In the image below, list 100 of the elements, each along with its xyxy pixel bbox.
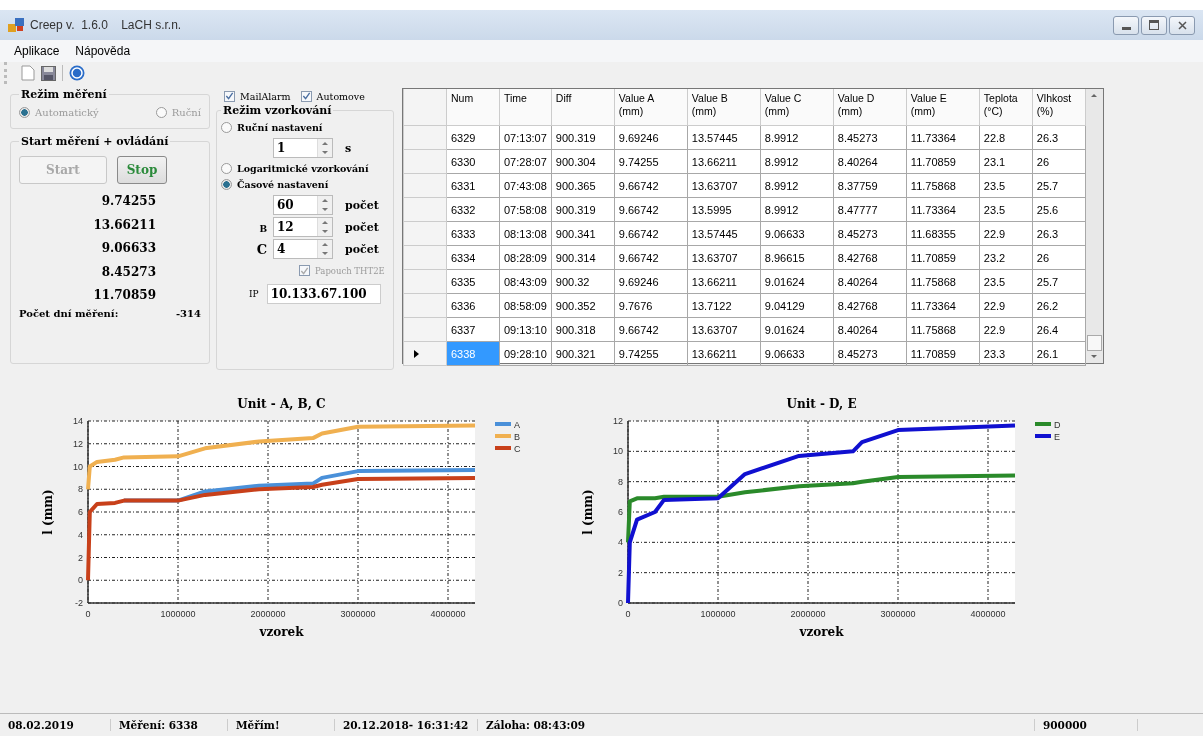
row-header[interactable] [403,173,447,198]
ip-field[interactable]: 10.133.67.100 [266,284,381,304]
table-cell: 11.70859 [906,149,980,174]
spinner-label: B [259,223,267,234]
table-cell: 8.9912 [760,197,834,222]
table-cell: 8.42768 [833,245,907,270]
tick-label: 6 [78,507,83,517]
axis-title: l (mm) [41,489,55,535]
table-cell: 26.1 [1032,341,1086,366]
table-cell: 09:13:10 [499,317,552,342]
row-header[interactable] [403,149,447,174]
unit-label: s [344,141,352,155]
status-text: 20.12.2018- 16:31:42 [335,719,478,731]
table-cell: 26.2 [1032,293,1086,318]
table-cell: 8.9912 [760,125,834,150]
maximize-button[interactable] [1141,15,1167,35]
spinner-label: C [256,241,267,257]
row-header[interactable] [403,293,447,318]
radio-button[interactable] [221,179,232,190]
table-cell: 22.9 [979,317,1033,342]
table-cell: 07:58:08 [499,197,552,222]
status-text: Měření: 6338 [111,719,228,731]
stop-button[interactable]: Stop [117,156,167,184]
row-header[interactable] [403,125,447,150]
legend-label: C [514,444,521,454]
table-cell: 6329 [446,125,500,150]
table-cell: 9.66742 [614,245,688,270]
row-header[interactable] [403,221,447,246]
table-cell: 8.45273 [833,221,907,246]
row-header[interactable] [403,269,447,294]
close-button[interactable] [1169,15,1195,35]
table-cell: 22.9 [979,293,1033,318]
column-header[interactable]: Vlhkost (%) [1032,89,1086,126]
tick-label: 12 [613,416,623,426]
tick-label: 2000000 [250,609,286,619]
row-header[interactable] [403,317,447,342]
radio-label: Ruční nastavení [237,122,323,133]
row-header[interactable] [403,245,447,270]
number-spinner[interactable]: 12 [273,217,333,237]
tick-label: 3000000 [340,609,376,619]
checkbox[interactable] [224,90,235,102]
radio-button[interactable] [221,122,232,133]
table-cell: 23.3 [979,341,1033,366]
reading-value: 11.70859 [93,288,156,302]
table-cell: 11.75868 [906,173,980,198]
table-cell: 11.75868 [906,269,980,294]
table-cell: 11.70859 [906,341,980,366]
table-cell: 25.7 [1032,269,1086,294]
column-header[interactable]: Value A (mm) [614,89,688,126]
legend-swatch [495,422,511,426]
column-header[interactable]: Value D (mm) [833,89,907,126]
help-icon[interactable] [69,65,85,81]
table-cell: 8.42768 [833,293,907,318]
column-header[interactable]: Num [446,89,500,126]
table-cell: 13.63707 [687,317,761,342]
column-header[interactable]: Time [499,89,552,126]
tick-label: 0 [78,575,83,586]
new-document-icon[interactable] [21,65,35,81]
column-header[interactable]: Teplota (°C) [979,89,1033,126]
legend-swatch [1035,422,1051,426]
tick-label: 12 [73,438,83,449]
column-header[interactable]: Value C (mm) [760,89,834,126]
menu-item[interactable]: Aplikace [8,42,66,60]
table-cell: 22.8 [979,125,1033,150]
table-cell: 8.47777 [833,197,907,222]
chart-title: Unit - A, B, C [237,397,326,411]
row-header[interactable] [403,341,447,366]
save-icon[interactable] [41,65,56,81]
tick-label: 4 [78,529,83,540]
table-cell: 08:43:09 [499,269,552,294]
reading-value: 8.45273 [101,264,156,279]
table-cell: 22.9 [979,221,1033,246]
table-cell: 9.01624 [760,317,834,342]
table-cell: 23.2 [979,245,1033,270]
column-header[interactable]: Value E (mm) [906,89,980,126]
unit-label: počet [344,242,379,256]
menu-item[interactable]: Nápověda [69,42,137,60]
table-cell: 23.5 [979,173,1033,198]
table-cell: 900.304 [551,149,615,174]
tick-label: 1000000 [700,609,736,619]
minimize-button[interactable] [1113,15,1139,35]
legend-label: E [1054,432,1060,442]
number-spinner[interactable]: 4 [273,239,333,259]
table-cell: 09:28:10 [499,341,552,366]
tick-label: 8 [78,484,83,495]
number-spinner[interactable]: 1 [273,138,333,158]
table-cell: 6332 [446,197,500,222]
checkbox-label: MailAlarm [240,90,291,102]
table-cell: 13.7122 [687,293,761,318]
number-spinner[interactable]: 60 [273,195,333,215]
table-cell: 6330 [446,149,500,174]
column-header[interactable]: Value B (mm) [687,89,761,126]
row-header[interactable] [403,197,447,222]
checkbox[interactable] [300,90,312,102]
table-cell: 9.69246 [614,125,688,150]
axis-title: vzorek [799,625,844,639]
chart-title: Unit - D, E [786,397,857,411]
table-cell: 9.7676 [614,293,688,318]
radio-button[interactable] [221,163,232,174]
column-header[interactable]: Diff [551,89,615,126]
